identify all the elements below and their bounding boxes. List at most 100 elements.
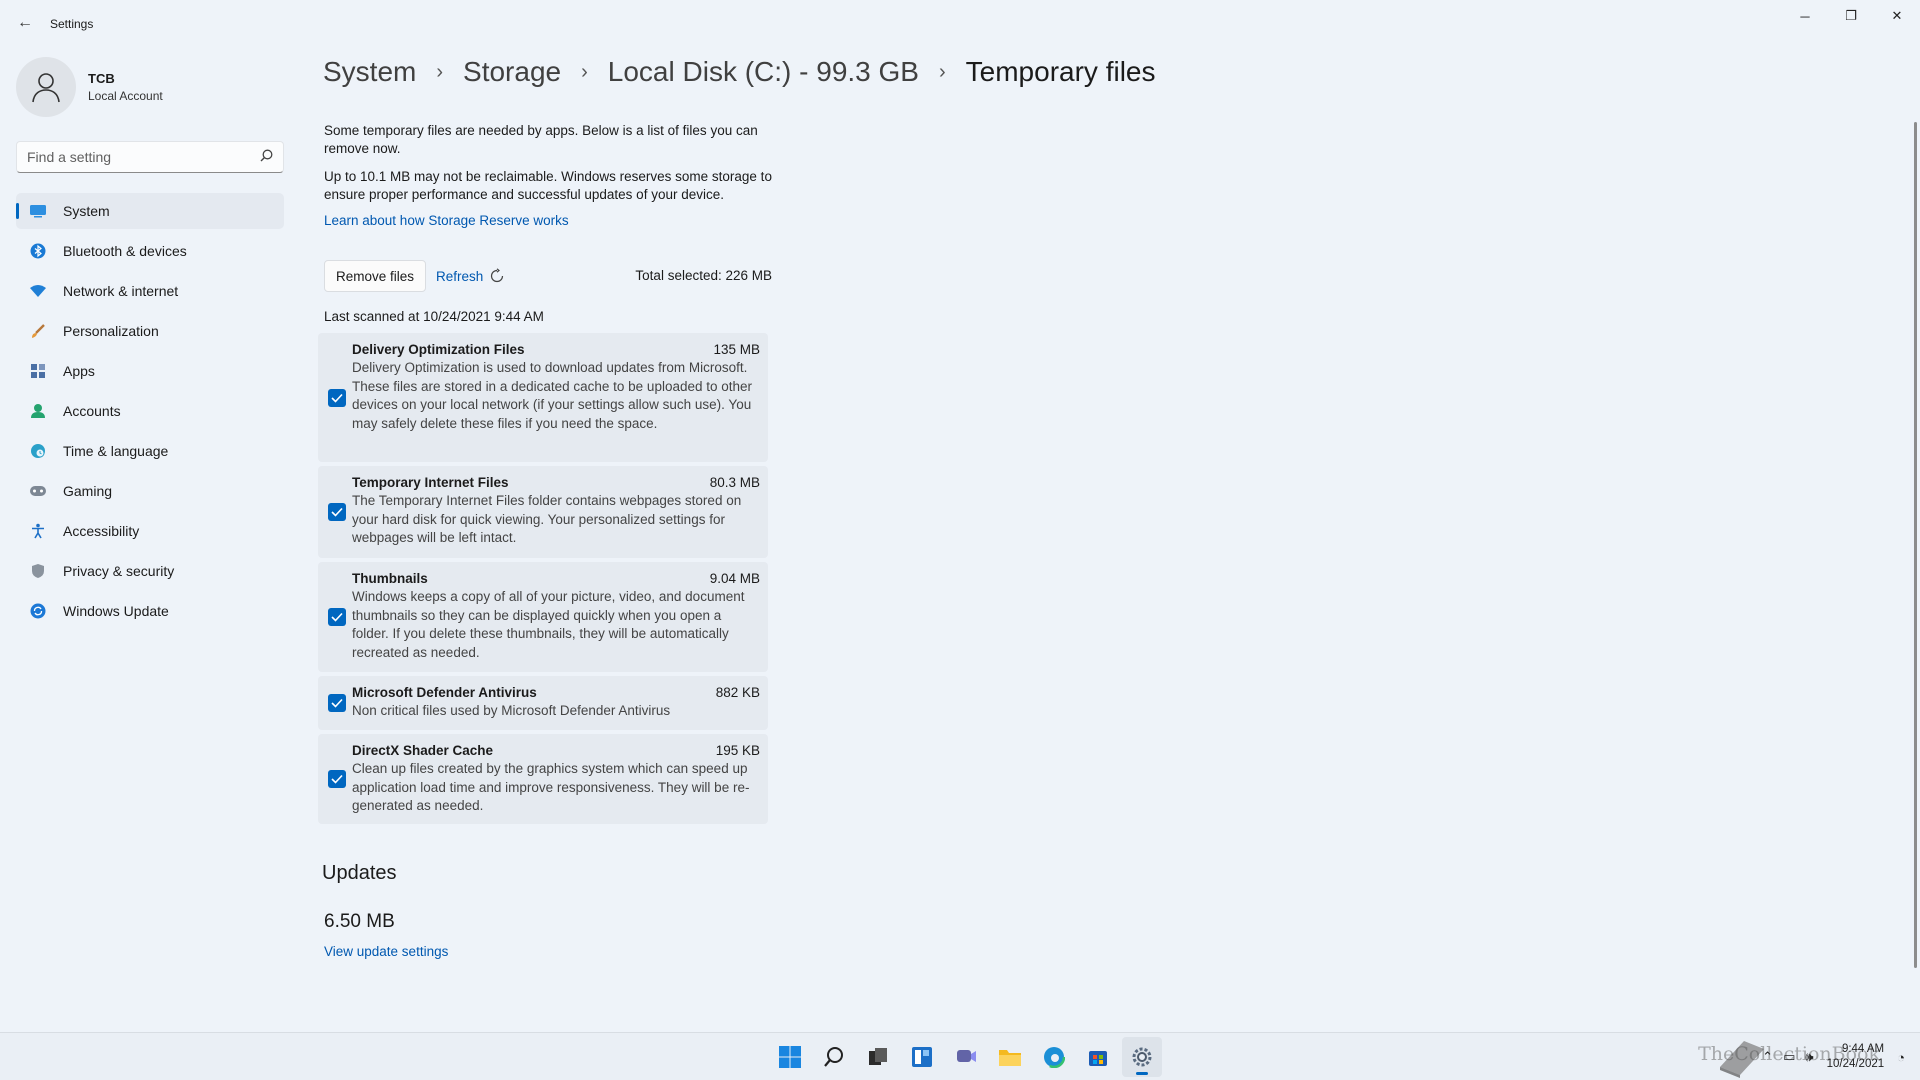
sidebar-item-system[interactable]: System xyxy=(16,193,284,229)
search-box xyxy=(16,141,284,173)
accessibility-icon xyxy=(28,521,48,541)
sidebar-item-label: Apps xyxy=(63,363,95,379)
intro-text: Some temporary files are needed by apps.… xyxy=(324,123,758,156)
defender-antivirus-checkbox[interactable] xyxy=(328,694,346,712)
person-avatar-icon xyxy=(32,73,60,103)
gamepad-icon xyxy=(28,481,48,501)
sidebar-item-time-language[interactable]: Time & language xyxy=(16,433,284,469)
file-size: 195 KB xyxy=(715,743,760,758)
back-arrow-icon: ← xyxy=(17,14,33,31)
minimize-button[interactable]: ─ xyxy=(1782,0,1828,32)
chat-icon[interactable] xyxy=(946,1037,986,1077)
search-icon[interactable] xyxy=(260,149,273,165)
sidebar-item-label: Time & language xyxy=(63,443,169,459)
sidebar-item-personalization[interactable]: Personalization xyxy=(16,313,284,349)
notification-icon[interactable]: ◔ xyxy=(1897,1050,1905,1065)
back-button[interactable]: ← xyxy=(14,12,36,34)
brush-icon xyxy=(28,321,48,341)
title-bar: ← Settings ─ ❐ ✕ xyxy=(0,0,1920,48)
file-description: Clean up files created by the graphics s… xyxy=(352,761,750,813)
clock-time: 9:44 AM xyxy=(1841,1043,1885,1055)
sidebar-item-accessibility[interactable]: Accessibility xyxy=(16,513,284,549)
windows-start-icon[interactable] xyxy=(770,1037,810,1077)
directx-shader-cache-checkbox[interactable] xyxy=(328,770,346,788)
sidebar-item-label: Accessibility xyxy=(63,523,140,539)
checkmark-icon xyxy=(331,612,343,622)
file-name: DirectX Shader Cache xyxy=(352,743,494,758)
vertical-scrollbar[interactable] xyxy=(1914,122,1917,968)
updates-heading: Updates xyxy=(322,862,397,884)
update-icon xyxy=(28,601,48,621)
sidebar-item-windows-update[interactable]: Windows Update xyxy=(16,593,284,629)
sidebar-item-label: Bluetooth & devices xyxy=(63,243,187,259)
edge-icon[interactable] xyxy=(1034,1037,1074,1077)
search-icon[interactable] xyxy=(814,1037,854,1077)
file-size: 80.3 MB xyxy=(709,475,760,490)
task-view-icon[interactable] xyxy=(858,1037,898,1077)
breadcrumb-local-disk[interactable]: Local Disk (C:) - 99.3 GB xyxy=(608,56,919,88)
delivery-optimization-checkbox[interactable] xyxy=(328,389,346,407)
wifi-icon xyxy=(28,281,48,301)
file-description: The Temporary Internet Files folder cont… xyxy=(352,493,742,545)
file-explorer-icon[interactable] xyxy=(990,1037,1030,1077)
network-icon[interactable]: ▭ xyxy=(1783,1049,1795,1065)
file-list: Delivery Optimization Files 135 MB Deliv… xyxy=(318,333,768,828)
sidebar-item-accounts[interactable]: Accounts xyxy=(16,393,284,429)
file-name: Temporary Internet Files xyxy=(352,475,509,490)
list-item: DirectX Shader Cache 195 KB Clean up fil… xyxy=(318,734,768,824)
apps-icon xyxy=(28,361,48,381)
close-icon: ✕ xyxy=(1891,8,1903,23)
clock[interactable]: 9:44 AM 10/24/2021 xyxy=(1827,1042,1885,1072)
app-title: Settings xyxy=(50,17,94,31)
sidebar-item-bluetooth-devices[interactable]: Bluetooth & devices xyxy=(16,233,284,269)
view-update-settings-link[interactable]: View update settings xyxy=(324,944,448,959)
widgets-icon[interactable] xyxy=(902,1037,942,1077)
breadcrumb-system[interactable]: System xyxy=(323,56,416,88)
restore-button[interactable]: ❐ xyxy=(1828,0,1874,32)
file-size: 135 MB xyxy=(713,342,760,357)
sidebar-item-network-internet[interactable]: Network & internet xyxy=(16,273,284,309)
file-description: Windows keeps a copy of all of your pict… xyxy=(352,589,745,660)
chevron-right-icon: › xyxy=(436,60,444,83)
checkmark-icon xyxy=(331,507,343,517)
list-item: Microsoft Defender Antivirus 882 KB Non … xyxy=(318,676,768,730)
clock-date: 10/24/2021 xyxy=(1826,1058,1885,1070)
file-name: Delivery Optimization Files xyxy=(352,342,525,357)
file-description: Non critical files used by Microsoft Def… xyxy=(352,703,671,718)
sidebar-item-apps[interactable]: Apps xyxy=(16,353,284,389)
profile-name: TCB xyxy=(88,71,115,86)
remove-files-button[interactable]: Remove files xyxy=(324,260,426,292)
system-tray: ⌃ ▭ 🕪 9:44 AM 10/24/2021 ◔ xyxy=(1757,1033,1910,1080)
chevron-right-icon: › xyxy=(938,60,946,83)
store-icon[interactable] xyxy=(1078,1037,1118,1077)
breadcrumb-storage[interactable]: Storage xyxy=(463,56,561,88)
checkmark-icon xyxy=(331,698,343,708)
chevron-right-icon: › xyxy=(581,60,588,83)
sidebar-item-label: Personalization xyxy=(63,323,159,339)
minimize-icon: ─ xyxy=(1800,8,1810,24)
thumbnails-checkbox[interactable] xyxy=(328,608,346,626)
storage-reserve-link[interactable]: Learn about how Storage Reserve works xyxy=(324,213,569,228)
checkmark-icon xyxy=(331,393,343,403)
taskbar: TheCollectionBook ⌃ ▭ 🕪 9:44 AM 10/24/20… xyxy=(0,1032,1920,1080)
updates-size: 6.50 MB xyxy=(324,911,395,932)
volume-icon[interactable]: 🕪 xyxy=(1805,1049,1813,1065)
refresh-button[interactable]: Refresh xyxy=(436,265,505,287)
settings-icon[interactable] xyxy=(1122,1037,1162,1077)
search-input[interactable] xyxy=(27,149,260,165)
breadcrumb: System › Storage › Local Disk (C:) - 99.… xyxy=(323,56,1156,88)
sidebar-item-label: Gaming xyxy=(63,483,113,499)
sidebar-item-gaming[interactable]: Gaming xyxy=(16,473,284,509)
window-controls: ─ ❐ ✕ xyxy=(1782,0,1920,32)
system-display-icon xyxy=(28,201,48,221)
profile-account-type: Local Account xyxy=(88,89,163,103)
list-item: Temporary Internet Files 80.3 MB The Tem… xyxy=(318,466,768,558)
temporary-internet-files-checkbox[interactable] xyxy=(328,503,346,521)
close-button[interactable]: ✕ xyxy=(1874,0,1920,32)
chevron-up-icon[interactable]: ⌃ xyxy=(1762,1049,1773,1065)
sidebar-item-privacy-security[interactable]: Privacy & security xyxy=(16,553,284,589)
file-name: Thumbnails xyxy=(352,571,428,586)
page-title: Temporary files xyxy=(965,56,1156,87)
user-profile[interactable]: TCB Local Account xyxy=(16,57,163,117)
refresh-icon xyxy=(489,268,505,284)
